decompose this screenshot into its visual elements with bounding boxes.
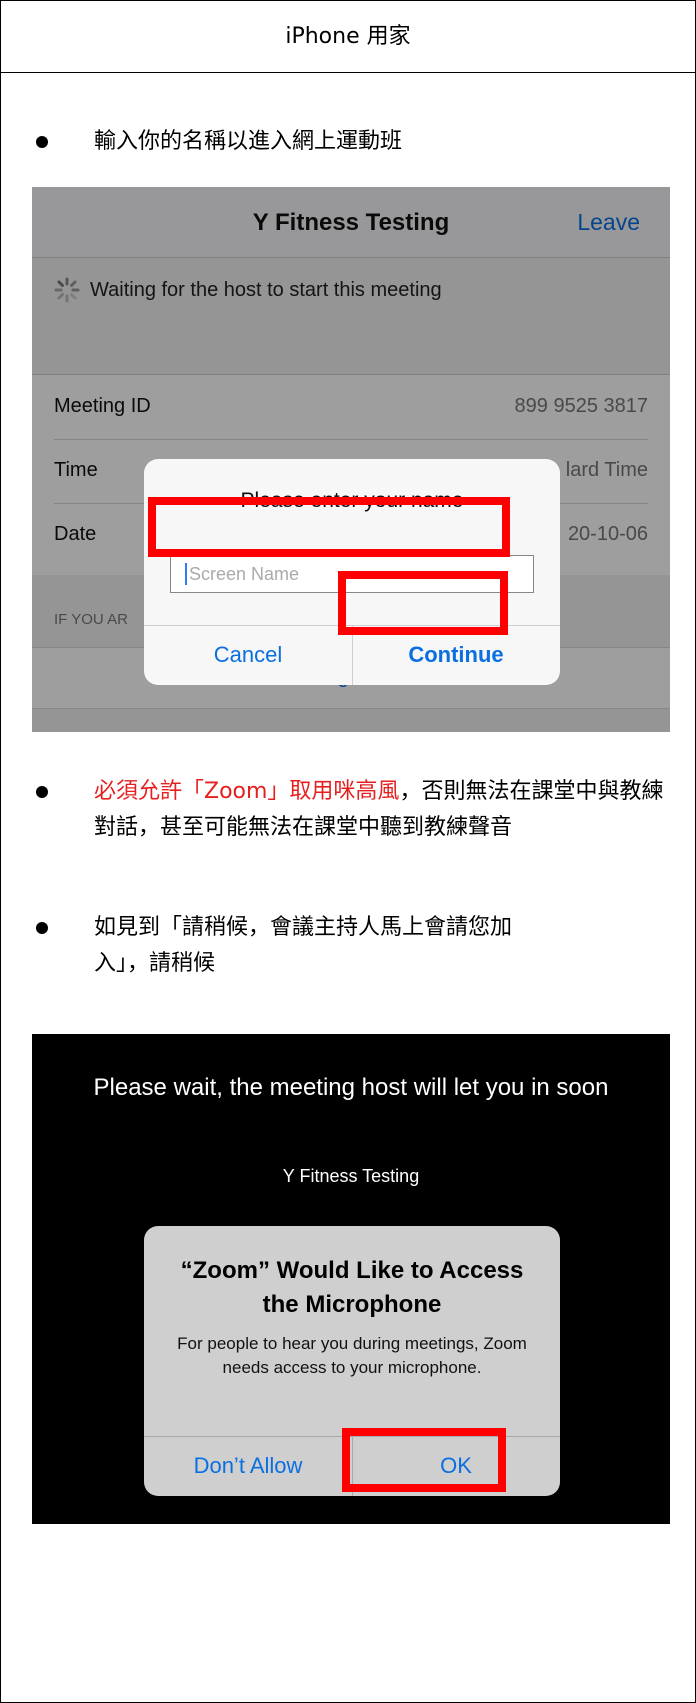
bullet-dot bbox=[36, 922, 48, 934]
document-page: iPhone 用家 輸入你的名稱以進入網上運動班 Y Fitness Testi… bbox=[0, 0, 696, 1703]
bullet-text: 輸入你的名稱以進入網上運動班 bbox=[94, 129, 403, 154]
input-highlight-box bbox=[148, 497, 510, 557]
zoom-microphone-screenshot: Please wait, the meeting host will let y… bbox=[32, 1034, 670, 1524]
bullet-red-text: 必須允許「Zoom」取用咪高風 bbox=[94, 779, 400, 804]
bullet-dot bbox=[36, 786, 48, 798]
meeting-name: Y Fitness Testing bbox=[282, 1166, 420, 1186]
bullet-text: 必須允許「Zoom」取用咪高風，否則無法在課堂中與教練對話，甚至可能無法在課堂中… bbox=[94, 774, 676, 846]
header-divider bbox=[0, 72, 695, 73]
permission-message: For people to hear you during meetings, … bbox=[177, 1334, 527, 1377]
waiting-room-message: Please wait, the meeting host will let y… bbox=[93, 1074, 609, 1101]
page-title: iPhone 用家 bbox=[285, 24, 411, 49]
bullet-text: 如見到「請稍候，會議主持人馬上會請您加入」，請稍候 bbox=[94, 915, 513, 976]
bullet-dot bbox=[36, 136, 48, 148]
continue-highlight-box bbox=[338, 571, 508, 635]
zoom-name-screenshot: Y Fitness Testing Leave Waiting for the … bbox=[32, 187, 670, 732]
ok-highlight-box bbox=[342, 1428, 506, 1492]
dont-allow-button[interactable]: Don’t Allow bbox=[144, 1436, 352, 1496]
permission-title: “Zoom” Would Like to Access the Micropho… bbox=[180, 1257, 524, 1318]
cancel-button[interactable]: Cancel bbox=[144, 625, 352, 685]
